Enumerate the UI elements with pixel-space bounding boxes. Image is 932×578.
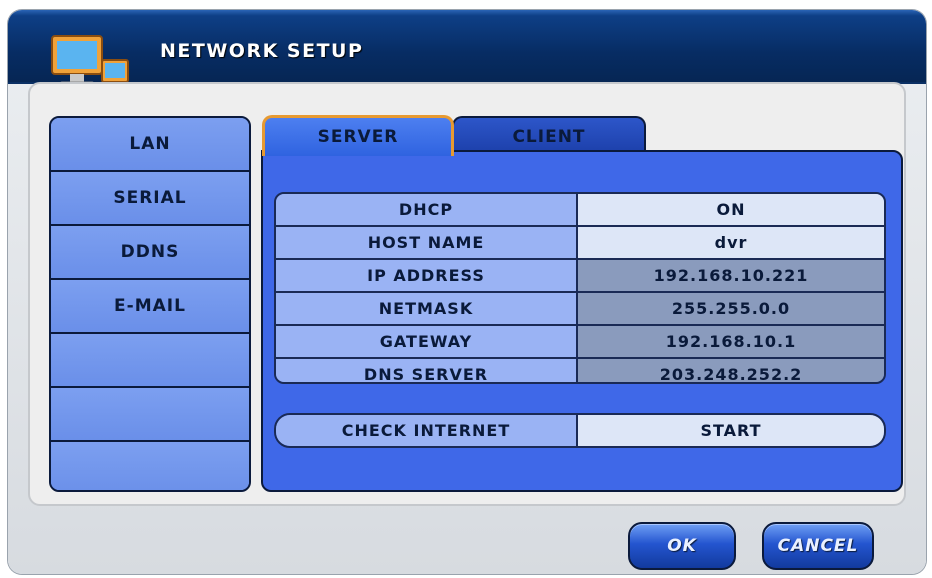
sidebar-item-serial[interactable]: SERIAL (51, 172, 249, 226)
ok-button[interactable]: OK (628, 522, 736, 570)
dhcp-label: DHCP (276, 194, 578, 225)
ip-address-field: 192.168.10.221 (578, 260, 884, 291)
check-internet-row: CHECK INTERNET START (274, 413, 886, 448)
sidebar-item-ddns[interactable]: DDNS (51, 226, 249, 280)
setting-row-netmask: NETMASK 255.255.0.0 (276, 293, 884, 326)
check-internet-start-button[interactable]: START (578, 415, 884, 446)
sidebar-item-empty (51, 442, 249, 490)
setting-row-gateway: GATEWAY 192.168.10.1 (276, 326, 884, 359)
check-internet-label: CHECK INTERNET (276, 415, 578, 446)
dhcp-toggle[interactable]: ON (578, 194, 884, 225)
setting-row-ip-address: IP ADDRESS 192.168.10.221 (276, 260, 884, 293)
dns-server-label: DNS SERVER (276, 359, 578, 382)
setting-row-dns-server: DNS SERVER 203.248.252.2 (276, 359, 884, 382)
sidebar-item-lan[interactable]: LAN (51, 118, 249, 172)
setting-row-host-name: HOST NAME dvr (276, 227, 884, 260)
setting-row-dhcp: DHCP ON (276, 194, 884, 227)
netmask-field: 255.255.0.0 (578, 293, 884, 324)
sidebar-item-empty (51, 334, 249, 388)
sidebar-menu: LAN SERIAL DDNS E-MAIL (49, 116, 251, 492)
dns-server-field: 203.248.252.2 (578, 359, 884, 382)
netmask-label: NETMASK (276, 293, 578, 324)
cancel-button[interactable]: CANCEL (762, 522, 874, 570)
gateway-field: 192.168.10.1 (578, 326, 884, 357)
host-name-field[interactable]: dvr (578, 227, 884, 258)
network-settings-table: DHCP ON HOST NAME dvr IP ADDRESS 192.168… (274, 192, 886, 384)
ip-address-label: IP ADDRESS (276, 260, 578, 291)
host-name-label: HOST NAME (276, 227, 578, 258)
window-title: NETWORK SETUP (160, 40, 364, 62)
sidebar-item-email[interactable]: E-MAIL (51, 280, 249, 334)
title-bar (8, 10, 926, 84)
tab-server[interactable]: SERVER (262, 115, 454, 156)
sidebar-item-empty (51, 388, 249, 442)
gateway-label: GATEWAY (276, 326, 578, 357)
